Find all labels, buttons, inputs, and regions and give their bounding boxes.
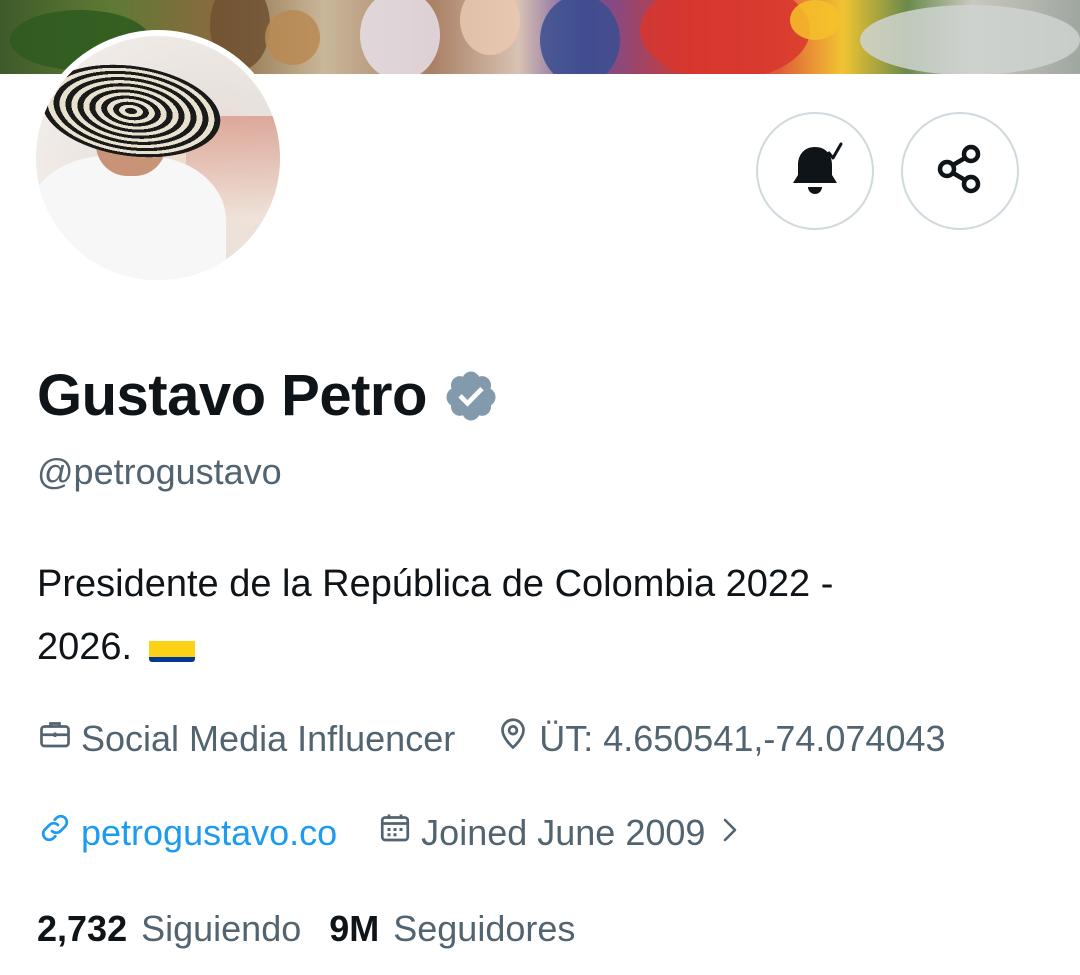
bio-line-1: Presidente de la República de Colombia 2… <box>37 563 834 605</box>
profile-meta-row-2: petrogustavo.co Joined June 2009 <box>37 810 791 855</box>
location-pin-icon <box>495 716 539 761</box>
share-icon <box>932 141 988 202</box>
followers-stat[interactable]: 9M Seguidores <box>329 908 575 950</box>
calendar-icon <box>377 810 421 855</box>
colombia-flag-icon <box>148 630 195 662</box>
joined-label: Joined June 2009 <box>421 811 706 853</box>
profile-handle: @petrogustavo <box>37 451 282 492</box>
bio-line-2: 2026. <box>37 626 133 668</box>
following-label: Siguiendo <box>141 908 302 949</box>
profile-stats: 2,732 Siguiendo 9M Seguidores <box>37 908 603 950</box>
verified-badge-icon[interactable] <box>443 368 499 424</box>
profile-bio: Presidente de la República de Colombia 2… <box>37 553 1047 679</box>
chevron-right-icon <box>719 812 751 854</box>
link-icon <box>37 810 81 855</box>
profile-category: Social Media Influencer <box>37 716 455 761</box>
notifications-button[interactable] <box>756 112 874 230</box>
website-label[interactable]: petrogustavo.co <box>81 812 337 854</box>
briefcase-icon <box>37 716 81 761</box>
profile-meta-row-1: Social Media Influencer ÜT: 4.650541,-74… <box>37 716 986 761</box>
profile-avatar[interactable] <box>30 30 286 286</box>
followers-count: 9M <box>329 908 380 949</box>
bell-check-icon <box>785 139 845 204</box>
share-button[interactable] <box>901 112 1019 230</box>
following-stat[interactable]: 2,732 Siguiendo <box>37 908 301 950</box>
profile-name-row: Gustavo Petro <box>37 362 499 429</box>
profile-location: ÜT: 4.650541,-74.074043 <box>495 716 946 761</box>
profile-name: Gustavo Petro <box>37 363 427 428</box>
followers-label: Seguidores <box>393 908 576 949</box>
profile-joined[interactable]: Joined June 2009 <box>377 810 751 855</box>
category-label: Social Media Influencer <box>81 717 456 759</box>
following-count: 2,732 <box>37 908 128 949</box>
location-label: ÜT: 4.650541,-74.074043 <box>539 717 946 759</box>
profile-website-link[interactable]: petrogustavo.co <box>37 810 337 855</box>
